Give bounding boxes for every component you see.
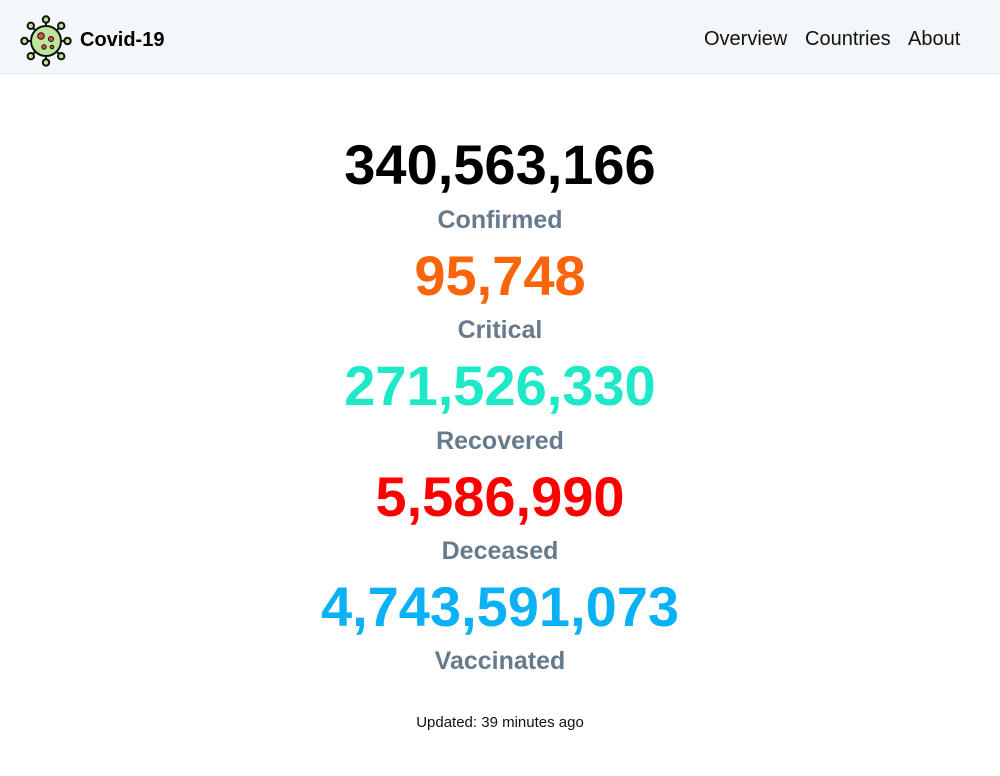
recovered-count: 271,526,330 bbox=[344, 354, 656, 417]
confirmed-label: Confirmed bbox=[437, 206, 563, 234]
confirmed-count: 340,563,166 bbox=[344, 133, 656, 196]
stats-summary: 340,563,166 Confirmed 95,748 Critical 27… bbox=[0, 0, 1000, 776]
vaccinated-count: 4,743,591,073 bbox=[320, 575, 680, 638]
critical-count: 95,748 bbox=[414, 244, 586, 307]
critical-label: Critical bbox=[457, 316, 543, 344]
deceased-count: 5,586,990 bbox=[375, 465, 625, 528]
vaccinated-label: Vaccinated bbox=[434, 647, 566, 675]
deceased-label: Deceased bbox=[441, 537, 559, 565]
last-updated-text: Updated: 39 minutes ago bbox=[416, 714, 584, 731]
recovered-label: Recovered bbox=[436, 427, 564, 455]
